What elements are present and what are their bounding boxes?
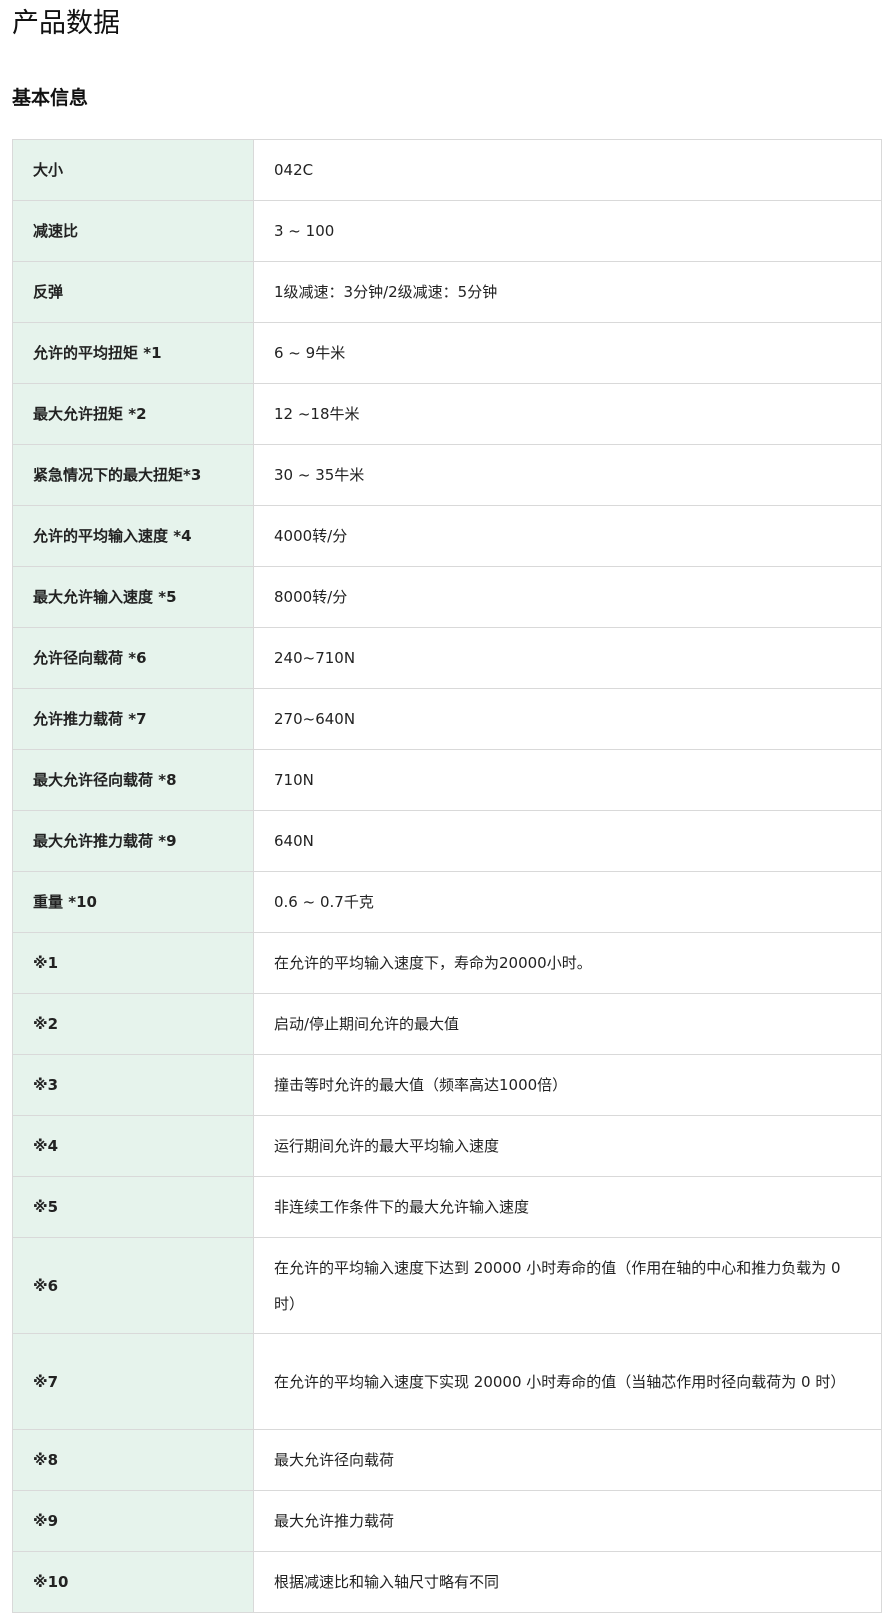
note-value: 运行期间允许的最大平均输入速度 [253,1115,882,1177]
spec-value: 240~710N [253,627,882,689]
table-row: ※7 在允许的平均输入速度下实现 20000 小时寿命的值（当轴芯作用时径向载荷… [12,1333,882,1430]
spec-value: 3 ~ 100 [253,200,882,262]
note-label: ※9 [12,1490,254,1552]
table-row: 大小 042C [12,139,882,201]
note-value: 在允许的平均输入速度下实现 20000 小时寿命的值（当轴芯作用时径向载荷为 0… [253,1333,882,1430]
table-row: 最大允许推力载荷 *9 640N [12,810,882,872]
spec-label: 允许径向载荷 *6 [12,627,254,689]
table-row: 重量 *10 0.6 ~ 0.7千克 [12,871,882,933]
spec-value: 4000转/分 [253,505,882,567]
spec-label: 减速比 [12,200,254,262]
page-title: 产品数据 [12,8,120,39]
table-row: 允许径向载荷 *6 240~710N [12,627,882,689]
note-value: 启动/停止期间允许的最大值 [253,993,882,1055]
note-label: ※6 [12,1237,254,1334]
table-row: 反弹 1级减速：3分钟/2级减速：5分钟 [12,261,882,323]
table-row: ※4 运行期间允许的最大平均输入速度 [12,1115,882,1177]
table-row: 允许的平均输入速度 *4 4000转/分 [12,505,882,567]
spec-value: 0.6 ~ 0.7千克 [253,871,882,933]
spec-label: 紧急情况下的最大扭矩*3 [12,444,254,506]
table-row: 减速比 3 ~ 100 [12,200,882,262]
spec-value: 8000转/分 [253,566,882,628]
table-row: 最大允许径向载荷 *8 710N [12,749,882,811]
note-value: 在允许的平均输入速度下达到 20000 小时寿命的值（作用在轴的中心和推力负载为… [253,1237,882,1334]
spec-label: 最大允许推力载荷 *9 [12,810,254,872]
spec-value: 30 ~ 35牛米 [253,444,882,506]
table-row: ※5 非连续工作条件下的最大允许输入速度 [12,1176,882,1238]
note-label: ※2 [12,993,254,1055]
table-row: ※8 最大允许径向载荷 [12,1429,882,1491]
spec-value: 6 ~ 9牛米 [253,322,882,384]
table-row: 允许推力载荷 *7 270~640N [12,688,882,750]
note-label: ※1 [12,932,254,994]
table-row: ※1 在允许的平均输入速度下，寿命为20000小时。 [12,932,882,994]
spec-label: 允许推力载荷 *7 [12,688,254,750]
table-row: ※10 根据减速比和输入轴尺寸略有不同 [12,1551,882,1613]
note-label: ※3 [12,1054,254,1116]
table-row: ※2 启动/停止期间允许的最大值 [12,993,882,1055]
table-row: 紧急情况下的最大扭矩*3 30 ~ 35牛米 [12,444,882,506]
table-row: 最大允许扭矩 *2 12 ~18牛米 [12,383,882,445]
note-label: ※8 [12,1429,254,1491]
spec-value: 270~640N [253,688,882,750]
spec-value: 12 ~18牛米 [253,383,882,445]
spec-label: 最大允许径向载荷 *8 [12,749,254,811]
spec-label: 允许的平均扭矩 *1 [12,322,254,384]
note-label: ※5 [12,1176,254,1238]
spec-label: 大小 [12,139,254,201]
note-value: 根据减速比和输入轴尺寸略有不同 [253,1551,882,1613]
spec-label: 最大允许输入速度 *5 [12,566,254,628]
note-value: 最大允许推力载荷 [253,1490,882,1552]
spec-value: 042C [253,139,882,201]
note-label: ※10 [12,1551,254,1613]
spec-label: 重量 *10 [12,871,254,933]
table-row: 允许的平均扭矩 *1 6 ~ 9牛米 [12,322,882,384]
table-row: ※3 撞击等时允许的最大值（频率高达1000倍） [12,1054,882,1116]
spec-label: 最大允许扭矩 *2 [12,383,254,445]
table-row: 最大允许输入速度 *5 8000转/分 [12,566,882,628]
spec-label: 允许的平均输入速度 *4 [12,505,254,567]
note-label: ※4 [12,1115,254,1177]
spec-value: 1级减速：3分钟/2级减速：5分钟 [253,261,882,323]
spec-value: 640N [253,810,882,872]
spec-label: 反弹 [12,261,254,323]
note-value: 在允许的平均输入速度下，寿命为20000小时。 [253,932,882,994]
note-value: 撞击等时允许的最大值（频率高达1000倍） [253,1054,882,1116]
table-row: ※9 最大允许推力载荷 [12,1490,882,1552]
spec-value: 710N [253,749,882,811]
note-value: 最大允许径向载荷 [253,1429,882,1491]
table-row: ※6 在允许的平均输入速度下达到 20000 小时寿命的值（作用在轴的中心和推力… [12,1237,882,1334]
note-label: ※7 [12,1333,254,1430]
note-value: 非连续工作条件下的最大允许输入速度 [253,1176,882,1238]
spec-table: 大小 042C 减速比 3 ~ 100 反弹 1级减速：3分钟/2级减速：5分钟… [12,139,882,1613]
section-title: 基本信息 [12,87,89,109]
